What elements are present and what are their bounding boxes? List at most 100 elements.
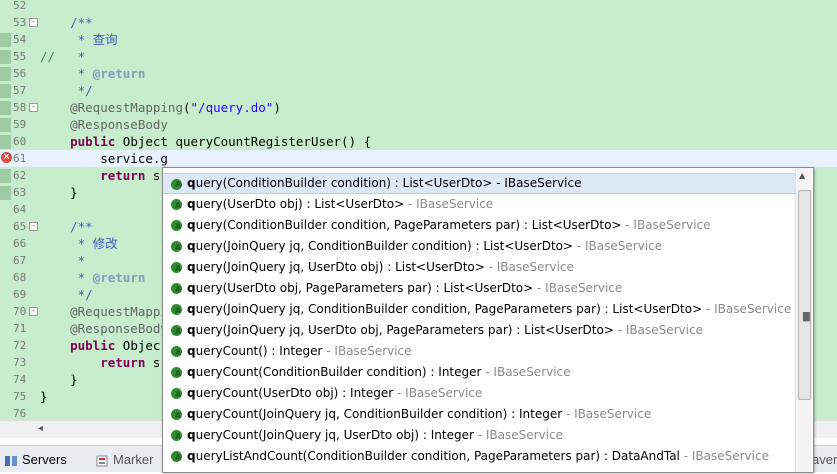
public-method-icon: A	[171, 283, 182, 294]
public-method-icon: A	[171, 430, 182, 441]
code-text: * @return	[40, 270, 146, 285]
completion-item-label: queryListAndCount(ConditionBuilder condi…	[187, 449, 769, 463]
code-line[interactable]: 54 * 查询	[0, 31, 837, 48]
code-line[interactable]: 57 */	[0, 82, 837, 99]
public-method-icon: A	[171, 388, 182, 399]
line-number: 74	[13, 373, 27, 386]
grip-icon: ▬ ▬ ▬	[802, 309, 811, 325]
content-assist-popup[interactable]: Aquery(ConditionBuilder condition) : Lis…	[162, 167, 814, 473]
completion-item[interactable]: Aquery(ConditionBuilder condition, PageP…	[163, 215, 795, 236]
completion-item[interactable]: Aquery(JoinQuery jq, UserDto obj, PagePa…	[163, 320, 795, 341]
completion-item[interactable]: Aquery(UserDto obj) : List<UserDto> - IB…	[163, 194, 795, 215]
completion-item[interactable]: AqueryCount() : Integer - IBaseService	[163, 341, 795, 362]
public-method-icon: A	[171, 451, 182, 462]
completion-item-label: queryCount(UserDto obj) : Integer - IBas…	[187, 386, 483, 400]
code-text: * 修改	[40, 236, 118, 251]
line-number: 56	[13, 67, 27, 80]
completion-item-label: query(ConditionBuilder condition, PagePa…	[187, 218, 711, 232]
line-number: 57	[13, 84, 27, 97]
completion-item[interactable]: Aquery(ConditionBuilder condition) : Lis…	[163, 173, 795, 194]
completion-item[interactable]: AqueryCount(JoinQuery jq, UserDto obj) :…	[163, 425, 795, 446]
line-number: 73	[13, 356, 27, 369]
code-line[interactable]: 52	[0, 0, 837, 14]
line-number: 75	[13, 390, 27, 403]
code-line[interactable]: 59 @ResponseBody	[0, 116, 837, 133]
public-method-icon: A	[171, 325, 182, 336]
line-number: 70	[13, 305, 27, 318]
tab-markers-label: Marker	[113, 452, 154, 467]
completion-item[interactable]: Aquery(JoinQuery jq, ConditionBuilder co…	[163, 236, 795, 257]
line-number: 71	[13, 322, 27, 335]
code-text: */	[40, 83, 93, 98]
completion-item-source: - IBaseService	[393, 386, 483, 400]
code-text: */	[40, 287, 93, 302]
completion-item-source: - IBaseService	[533, 281, 623, 295]
public-method-icon: A	[171, 367, 182, 378]
line-number: 76	[13, 407, 27, 420]
line-number: 68	[13, 271, 27, 284]
line-number: 65	[13, 220, 27, 233]
line-number: 69	[13, 288, 27, 301]
tab-traverse[interactable]: averse	[812, 450, 837, 470]
change-marker	[0, 101, 11, 115]
line-number: 67	[13, 254, 27, 267]
completion-item[interactable]: AqueryCount(JoinQuery jq, ConditionBuild…	[163, 404, 795, 425]
code-line[interactable]: 56 * @return	[0, 65, 837, 82]
code-text: public Objec	[40, 338, 161, 353]
completion-item-source: - IBaseService	[484, 260, 574, 274]
line-number: 60	[13, 135, 27, 148]
completion-item-label: query(UserDto obj, PageParameters par) :…	[187, 281, 623, 295]
code-text: /**	[40, 219, 93, 234]
code-line[interactable]: × 61 service.g	[0, 150, 837, 167]
code-text: }	[40, 372, 78, 387]
public-method-icon: A	[171, 241, 182, 252]
completion-item[interactable]: Aquery(UserDto obj, PageParameters par) …	[163, 278, 795, 299]
completion-item-source: - IBaseService	[481, 365, 571, 379]
scroll-left-icon[interactable]: ◂	[38, 423, 43, 434]
fold-toggle-icon[interactable]: -	[29, 103, 38, 112]
line-number: 72	[13, 339, 27, 352]
public-method-icon: A	[171, 304, 182, 315]
code-text: @ResponseBody	[40, 117, 168, 132]
completion-item-source: - IBaseService	[404, 197, 494, 211]
completion-item-label: query(JoinQuery jq, ConditionBuilder con…	[187, 302, 792, 316]
completion-item[interactable]: Aquery(JoinQuery jq, UserDto obj) : List…	[163, 257, 795, 278]
tab-markers[interactable]: Marker	[95, 450, 153, 470]
line-number: 55	[13, 50, 27, 63]
code-line[interactable]: 58- @RequestMapping("/query.do")	[0, 99, 837, 116]
code-text: }	[40, 389, 48, 404]
completion-item-source: - IBaseService	[473, 428, 563, 442]
code-text: * @return	[40, 66, 146, 81]
scroll-up-icon[interactable]: ▲	[799, 171, 805, 180]
change-marker	[0, 135, 11, 149]
change-marker	[0, 118, 11, 132]
fold-toggle-icon[interactable]: -	[29, 18, 38, 27]
completion-item[interactable]: Aquery(JoinQuery jq, ConditionBuilder co…	[163, 299, 795, 320]
tab-servers[interactable]: Servers	[4, 450, 67, 470]
completion-item[interactable]: AqueryCount(ConditionBuilder condition) …	[163, 362, 795, 383]
fold-toggle-icon[interactable]: -	[29, 307, 38, 316]
line-number: 59	[13, 118, 27, 131]
completion-item-source: - IBaseService	[573, 239, 663, 253]
public-method-icon: A	[171, 262, 182, 273]
change-marker	[0, 50, 11, 64]
completion-item-label: query(JoinQuery jq, ConditionBuilder con…	[187, 239, 663, 253]
change-marker	[0, 33, 11, 47]
code-line[interactable]: 55 // *	[0, 48, 837, 65]
code-line[interactable]: 60 public Object queryCountRegisterUser(…	[0, 133, 837, 150]
fold-toggle-icon[interactable]: -	[29, 222, 38, 231]
code-text: /**	[40, 15, 93, 30]
line-number: 63	[13, 186, 27, 199]
scroll-thumb[interactable]: ▬ ▬ ▬	[798, 190, 811, 400]
completion-item-label: queryCount(JoinQuery jq, ConditionBuilde…	[187, 407, 652, 421]
completion-item-label: queryCount() : Integer - IBaseService	[187, 344, 412, 358]
completion-item[interactable]: AqueryListAndCount(ConditionBuilder cond…	[163, 446, 795, 467]
completion-scrollbar[interactable]: ▲ ▬ ▬ ▬	[795, 168, 812, 472]
code-text: @ResponseBody	[40, 321, 168, 336]
error-icon[interactable]: ×	[1, 152, 12, 163]
code-line[interactable]: 53- /**	[0, 14, 837, 31]
completion-item-label: query(JoinQuery jq, UserDto obj, PagePar…	[187, 323, 703, 337]
completion-item[interactable]: AqueryCount(UserDto obj) : Integer - IBa…	[163, 383, 795, 404]
change-marker	[0, 169, 11, 183]
tab-servers-label: Servers	[22, 452, 67, 467]
